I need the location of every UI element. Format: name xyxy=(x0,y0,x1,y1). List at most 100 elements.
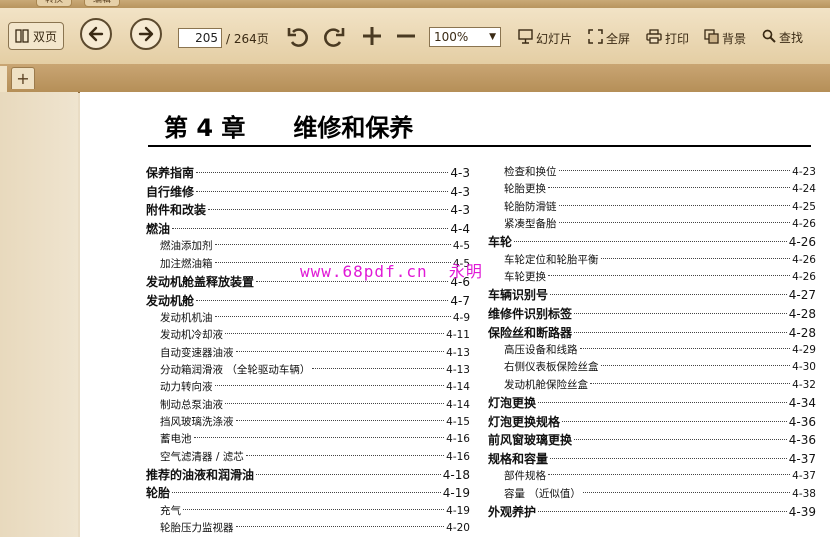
toc-entry-label: 燃油添加剂 xyxy=(160,240,213,253)
toc-leader-dots xyxy=(582,491,791,493)
toc-entry-label: 附件和改装 xyxy=(146,203,207,218)
toc-entry[interactable]: 轮胎更换 4-24 xyxy=(488,181,816,198)
toc-entry-page: 4-26 xyxy=(792,271,816,284)
toc-entry[interactable]: 前风窗玻璃更换 4-36 xyxy=(488,431,816,450)
toc-entry[interactable]: 发动机舱保险丝盒 4-32 xyxy=(488,377,816,394)
toc-leader-dots xyxy=(562,420,787,422)
add-tab-button[interactable]: + xyxy=(11,67,35,89)
toc-entry[interactable]: 灯泡更换规格 4-36 xyxy=(488,413,816,432)
top-tab-bar: 转换 编辑 xyxy=(0,0,830,8)
toc-entry[interactable]: 高压设备和线路 4-29 xyxy=(488,342,816,359)
toc-leader-dots xyxy=(600,257,791,259)
background-button[interactable]: 背景 xyxy=(704,29,746,47)
toc-entry[interactable]: 车轮更换 4-26 xyxy=(488,269,816,286)
toc-entry[interactable]: 保险丝和断路器 4-28 xyxy=(488,324,816,343)
toc-leader-dots xyxy=(172,227,449,229)
toc-entry[interactable]: 容量 （近似值） 4-38 xyxy=(488,486,816,503)
toc-entry[interactable]: 推荐的油液和润滑油 4-18 xyxy=(146,466,470,485)
rotate-right-icon xyxy=(320,24,346,53)
toc-entry[interactable]: 规格和容量 4-37 xyxy=(488,450,816,469)
toc-entry[interactable]: 维修件识别标签 4-28 xyxy=(488,305,816,324)
minus-icon xyxy=(394,24,418,51)
toc-entry-label: 车轮更换 xyxy=(504,271,546,284)
toc-entry-label: 发动机舱保险丝盒 xyxy=(504,378,588,391)
toc-entry[interactable]: 发动机冷却液 4-11 xyxy=(146,327,470,344)
toc-leader-dots xyxy=(235,526,445,528)
toc-entry-label: 车轮定位和轮胎平衡 xyxy=(504,253,599,266)
page-number-input[interactable] xyxy=(178,28,222,48)
toc-entry[interactable]: 轮胎防滑链 4-25 xyxy=(488,199,816,216)
prev-page-button[interactable] xyxy=(80,18,112,50)
toolbar: 双页 / 264页 100% ▼ xyxy=(0,8,830,65)
toc-entry[interactable]: 附件和改装 4-3 xyxy=(146,201,470,220)
toc-entry[interactable]: 燃油 4-4 xyxy=(146,220,470,239)
rotate-right-button[interactable] xyxy=(320,24,346,53)
toc-entry-page: 4-7 xyxy=(450,293,470,308)
toc-entry-label: 前风窗玻璃更换 xyxy=(488,433,573,448)
toc-entry[interactable]: 部件规格 4-37 xyxy=(488,468,816,485)
fullscreen-button[interactable]: 全屏 xyxy=(588,29,630,47)
toc-entry[interactable]: 车轮定位和轮胎平衡 4-26 xyxy=(488,252,816,269)
toc-entry[interactable]: 外观养护 4-39 xyxy=(488,503,816,522)
slideshow-icon xyxy=(518,29,533,47)
toc-entry-page: 4-28 xyxy=(788,325,816,340)
double-page-button[interactable]: 双页 xyxy=(8,22,65,50)
toc-entry-label: 高压设备和线路 xyxy=(504,344,578,357)
toc-leader-dots xyxy=(548,187,791,189)
toc-entry-page: 4-14 xyxy=(446,398,470,411)
toc-entry[interactable]: 保养指南 4-3 xyxy=(146,164,470,183)
toc-entry-label: 加注燃油箱 xyxy=(160,257,213,270)
tab-edit[interactable]: 编辑 xyxy=(84,0,121,7)
toc-entry-page: 4-11 xyxy=(446,329,470,342)
toc-entry[interactable]: 车辆识别号 4-27 xyxy=(488,286,816,305)
zoom-in-button[interactable] xyxy=(360,24,384,51)
toc-entry[interactable]: 右侧仪表板保险丝盒 4-30 xyxy=(488,359,816,376)
toc-entry-label: 轮胎压力监视器 xyxy=(160,522,234,535)
toc-entry[interactable]: 燃油添加剂 4-5 xyxy=(146,238,470,255)
toc-entry-page: 4-29 xyxy=(792,344,816,357)
toc-entry[interactable]: 轮胎压力监视器 4-20 xyxy=(146,520,470,537)
slideshow-button[interactable]: 幻灯片 xyxy=(518,29,572,47)
toc-entry-page: 4-32 xyxy=(792,378,816,391)
toc-entry[interactable]: 自行维修 4-3 xyxy=(146,183,470,202)
toc-entry[interactable]: 蓄电池 4-16 xyxy=(146,431,470,448)
toc-entry[interactable]: 检查和换位 4-23 xyxy=(488,164,816,181)
rotate-left-button[interactable] xyxy=(286,24,312,53)
zoom-out-button[interactable] xyxy=(394,24,418,51)
toc-entry-page: 4-37 xyxy=(792,470,816,483)
tab-convert[interactable]: 转换 xyxy=(36,0,73,7)
toc-leader-dots xyxy=(196,190,449,192)
toc-entry[interactable]: 自动变速器油液 4-13 xyxy=(146,345,470,362)
toc-leader-dots xyxy=(590,382,791,384)
toc-entry[interactable]: 挡风玻璃洗涤液 4-15 xyxy=(146,414,470,431)
print-button[interactable]: 打印 xyxy=(646,29,689,47)
chapter-title: 第 4 章 维修和保养 xyxy=(164,114,414,142)
toc-entry[interactable]: 充气 4-19 xyxy=(146,503,470,520)
zoom-select[interactable]: 100% ▼ xyxy=(429,27,501,47)
find-button[interactable]: 查找 xyxy=(762,29,803,46)
toc-entry[interactable]: 发动机机油 4-9 xyxy=(146,310,470,327)
toc-entry[interactable]: 动力转向液 4-14 xyxy=(146,379,470,396)
toc-entry[interactable]: 紧凑型备胎 4-26 xyxy=(488,216,816,233)
toc-entry-page: 4-14 xyxy=(446,381,470,394)
toc-entry-label: 车轮 xyxy=(488,235,513,250)
toc-entry-label: 推荐的油液和润滑油 xyxy=(146,467,255,482)
toc-entry[interactable]: 制动总泵油液 4-14 xyxy=(146,397,470,414)
toc-entry-page: 4-3 xyxy=(450,166,470,180)
toc-leader-dots xyxy=(172,492,441,494)
toc-leader-dots xyxy=(214,316,451,318)
toc-entry[interactable]: 空气滤清器 / 滤芯 4-16 xyxy=(146,449,470,466)
toc-entry[interactable]: 轮胎 4-19 xyxy=(146,484,470,503)
toc-entry[interactable]: 灯泡更换 4-34 xyxy=(488,394,816,413)
title-divider xyxy=(148,145,811,147)
print-label: 打印 xyxy=(665,31,690,46)
next-page-button[interactable] xyxy=(130,18,162,50)
toc-entry[interactable]: 车轮 4-26 xyxy=(488,233,816,252)
toc-entry-label: 自行维修 xyxy=(146,184,195,199)
toc-entry[interactable]: 分动箱润滑液 （全轮驱动车辆） 4-13 xyxy=(146,362,470,379)
toc-entry-label: 发动机舱 xyxy=(146,293,195,308)
toc-entry[interactable]: 发动机舱 4-7 xyxy=(146,292,470,311)
plus-icon xyxy=(360,24,384,51)
toc-leader-dots xyxy=(579,348,791,350)
document-tab[interactable] xyxy=(0,66,7,92)
